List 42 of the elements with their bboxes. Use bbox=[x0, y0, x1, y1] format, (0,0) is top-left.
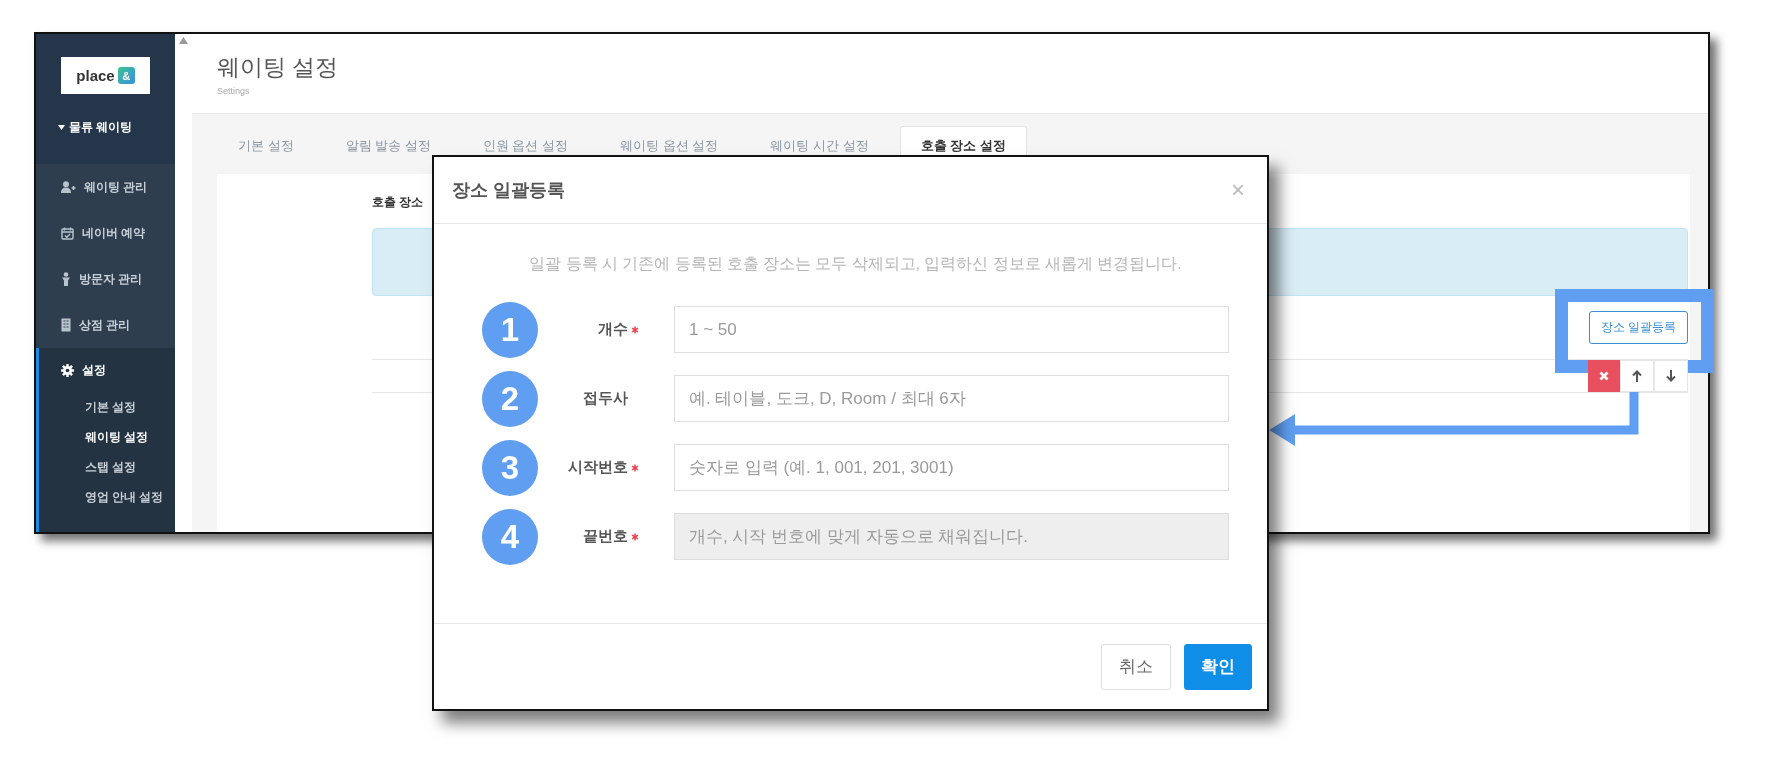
cross-icon bbox=[1599, 371, 1609, 381]
field-label: 끝번호 bbox=[583, 527, 628, 546]
field-label: 시작번호 bbox=[568, 458, 628, 477]
step-number: 1 bbox=[482, 301, 538, 358]
sidebar-item[interactable]: 방문자 관리 bbox=[36, 256, 175, 302]
page-subtitle: Settings bbox=[217, 85, 251, 96]
step-number: 3 bbox=[482, 439, 538, 496]
bulk-register-button[interactable]: 장소 일괄등록 bbox=[1588, 311, 1688, 344]
move-down-button[interactable] bbox=[1654, 360, 1688, 392]
cancel-button[interactable]: 취소 bbox=[1101, 643, 1171, 690]
arrow-up-icon bbox=[1632, 370, 1642, 382]
sidebar-subitem[interactable]: 영업 안내 설정 bbox=[39, 482, 175, 512]
move-up-button[interactable] bbox=[1620, 360, 1654, 392]
sidebar-item[interactable]: 상점 관리 bbox=[36, 302, 175, 348]
gear-icon bbox=[61, 363, 74, 377]
field-label: 접두사 bbox=[583, 389, 628, 408]
input-field[interactable]: 1 ~ 50 bbox=[674, 306, 1229, 353]
delete-button[interactable] bbox=[1588, 360, 1620, 392]
page-title: 웨이팅 설정 bbox=[217, 52, 340, 82]
sidebar-item[interactable]: 웨이팅 관리 bbox=[36, 164, 175, 210]
input-field[interactable]: 예. 테이블, 도크, D, Room / 최대 6자 bbox=[674, 375, 1229, 422]
sidebar-subitem[interactable]: 웨이팅 설정 bbox=[39, 422, 175, 452]
arrow-down-icon bbox=[1666, 370, 1676, 382]
sidebar-subitem[interactable]: 기본 설정 bbox=[39, 392, 175, 422]
user-add-icon bbox=[61, 181, 76, 193]
caret-icon bbox=[58, 125, 65, 130]
building-icon bbox=[61, 318, 71, 332]
input-field[interactable]: 숫자로 입력 (예. 1, 001, 201, 3001) bbox=[674, 444, 1229, 491]
scroll-up-icon[interactable] bbox=[179, 37, 188, 44]
sidebar-group[interactable]: 물류 웨이팅 bbox=[69, 119, 133, 136]
step-number: 4 bbox=[482, 508, 538, 565]
person-icon bbox=[61, 272, 71, 286]
step-number: 2 bbox=[482, 370, 538, 427]
dialog-title: 장소 일괄등록 bbox=[452, 179, 565, 202]
notice-text: 일괄 등록 시 기존에 등록된 호출 장소는 모두 삭제되고, 입력하신 정보로 새롭게 변경됩니다. bbox=[528, 254, 1183, 274]
field-label: 호출 장소 bbox=[372, 194, 425, 211]
sidebar-item[interactable]: 설정 bbox=[39, 348, 175, 392]
logo: place & bbox=[61, 57, 150, 94]
calendar-check-icon bbox=[61, 226, 74, 240]
field-label: 개수 bbox=[598, 320, 628, 339]
sidebar-item[interactable]: 네이버 예약 bbox=[36, 210, 175, 256]
sidebar-subitem[interactable]: 스탭 설정 bbox=[39, 452, 175, 482]
